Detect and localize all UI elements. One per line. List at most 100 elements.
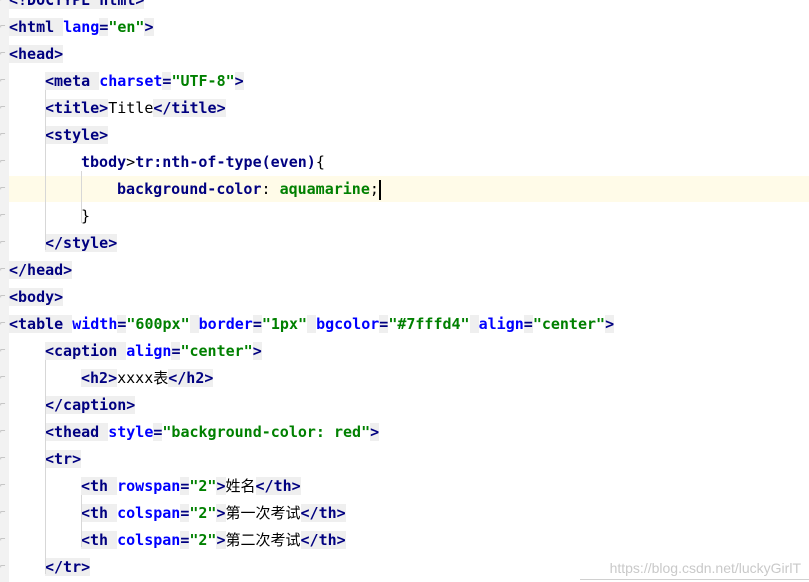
- code-token: >: [144, 18, 154, 36]
- code-token: 第二次考试: [225, 531, 301, 549]
- code-token: <head>: [9, 45, 64, 63]
- code-line[interactable]: <th colspan="2">第一次考试</th>: [9, 500, 809, 526]
- code-token: <caption: [45, 342, 127, 360]
- code-line[interactable]: </style>: [9, 230, 809, 256]
- code-token: =: [99, 18, 109, 36]
- code-line-content: <caption align="center">: [9, 342, 262, 360]
- code-token: >: [605, 315, 615, 333]
- code-token: {: [315, 153, 325, 171]
- code-line-content: </head>: [9, 261, 73, 279]
- code-line[interactable]: background-color: aquamarine;: [9, 176, 809, 202]
- fold-marker-icon[interactable]: ⌐: [0, 49, 8, 59]
- fold-marker-icon[interactable]: ⌐: [0, 319, 8, 329]
- code-token: border: [198, 315, 253, 333]
- code-line-content: <th colspan="2">第二次考试</th>: [9, 531, 346, 549]
- code-token: lang: [63, 18, 100, 36]
- fold-marker-icon[interactable]: ⌐: [0, 130, 8, 140]
- code-token: <thead: [45, 423, 109, 441]
- fold-marker-icon[interactable]: ⌐: [0, 454, 8, 464]
- code-token: 第一次考试: [225, 504, 301, 522]
- code-token: "center": [532, 315, 606, 333]
- code-token: "background-color: red": [162, 423, 371, 441]
- code-line[interactable]: <html lang="en">: [9, 14, 809, 40]
- code-line[interactable]: <!DOCTYPE html>: [9, 0, 809, 13]
- code-token: [189, 315, 199, 333]
- code-line[interactable]: tbody>tr:nth-of-type(even){: [9, 149, 809, 175]
- code-token: "1px": [261, 315, 308, 333]
- fold-marker-icon[interactable]: ⌐: [0, 22, 8, 32]
- code-line[interactable]: <body>: [9, 284, 809, 310]
- code-token: =: [379, 315, 389, 333]
- fold-marker-icon[interactable]: ⌐: [0, 400, 8, 410]
- fold-marker-icon[interactable]: ⌐: [0, 238, 8, 248]
- code-token: </style>: [45, 234, 118, 252]
- fold-marker-icon[interactable]: ⌐: [0, 373, 8, 383]
- fold-marker-icon[interactable]: ⌐: [0, 265, 8, 275]
- code-line-content: <head>: [9, 45, 64, 63]
- code-token: xxxx表: [117, 369, 169, 387]
- code-token: >: [126, 153, 136, 171]
- code-line[interactable]: <title>Title</title>: [9, 95, 809, 121]
- fold-marker-icon[interactable]: ⌐: [0, 292, 8, 302]
- fold-marker-icon[interactable]: ⌐: [0, 481, 8, 491]
- code-token: tr:nth-of-type(even): [135, 153, 316, 171]
- fold-marker-icon[interactable]: ⌐: [0, 157, 8, 167]
- code-line[interactable]: </head>: [9, 257, 809, 283]
- code-token: "#7fffd4": [388, 315, 470, 333]
- code-token: </head>: [9, 261, 73, 279]
- code-line[interactable]: <table width="600px" border="1px" bgcolo…: [9, 311, 809, 337]
- code-line[interactable]: <meta charset="UTF-8">: [9, 68, 809, 94]
- code-line-content: background-color: aquamarine;: [9, 179, 381, 200]
- code-token: </caption>: [45, 396, 136, 414]
- code-token: <h2>: [81, 369, 118, 387]
- code-token: "2": [189, 477, 217, 495]
- code-line-content: <!DOCTYPE html>: [9, 0, 145, 9]
- code-line[interactable]: <head>: [9, 41, 809, 67]
- fold-marker-icon[interactable]: ⌐: [0, 508, 8, 518]
- code-token: <meta: [45, 72, 100, 90]
- code-token: Title: [108, 99, 154, 117]
- code-line[interactable]: <th rowspan="2">姓名</th>: [9, 473, 809, 499]
- code-line[interactable]: <thead style="background-color: red">: [9, 419, 809, 445]
- code-token: "en": [108, 18, 145, 36]
- code-token: >: [252, 342, 262, 360]
- code-token: ;: [369, 180, 379, 198]
- editor-gutter: [0, 0, 9, 582]
- code-token: align: [478, 315, 524, 333]
- indent-guide: [45, 90, 46, 250]
- code-line[interactable]: <style>: [9, 122, 809, 148]
- fold-marker-icon[interactable]: ⌐: [0, 76, 8, 86]
- code-line[interactable]: </caption>: [9, 392, 809, 418]
- fold-marker-icon[interactable]: ⌐: [0, 346, 8, 356]
- fold-marker-icon[interactable]: ⌐: [0, 103, 8, 113]
- bottom-rule: [580, 579, 809, 580]
- code-token: "600px": [126, 315, 190, 333]
- code-token: <body>: [9, 288, 64, 306]
- indent-guide: [81, 171, 82, 223]
- code-token: "2": [189, 531, 217, 549]
- code-token: bgcolor: [316, 315, 380, 333]
- code-token: align: [126, 342, 172, 360]
- code-line[interactable]: }: [9, 203, 809, 229]
- code-token: "center": [180, 342, 253, 360]
- fold-marker-icon[interactable]: ⌐: [0, 184, 8, 194]
- code-token: <table: [9, 315, 73, 333]
- code-token: </h2>: [168, 369, 214, 387]
- code-token: <html: [9, 18, 64, 36]
- code-token: >: [234, 72, 244, 90]
- code-line[interactable]: <tr>: [9, 446, 809, 472]
- code-line[interactable]: <h2>xxxx表</h2>: [9, 365, 809, 391]
- fold-marker-icon[interactable]: ⌐: [0, 562, 8, 572]
- code-token: <tr>: [45, 450, 82, 468]
- code-token: <th: [81, 504, 118, 522]
- fold-marker-icon[interactable]: ⌐: [0, 427, 8, 437]
- fold-marker-icon[interactable]: ⌐: [0, 535, 8, 545]
- code-line-content: <title>Title</title>: [9, 99, 226, 117]
- code-line[interactable]: <th colspan="2">第二次考试</th>: [9, 527, 809, 553]
- code-token: style: [108, 423, 154, 441]
- fold-marker-icon[interactable]: ⌐: [0, 211, 8, 221]
- code-token: aquamarine: [279, 180, 370, 198]
- code-line-content: <body>: [9, 288, 64, 306]
- fold-marker-icon[interactable]: ⌐: [0, 0, 8, 5]
- code-line[interactable]: <caption align="center">: [9, 338, 809, 364]
